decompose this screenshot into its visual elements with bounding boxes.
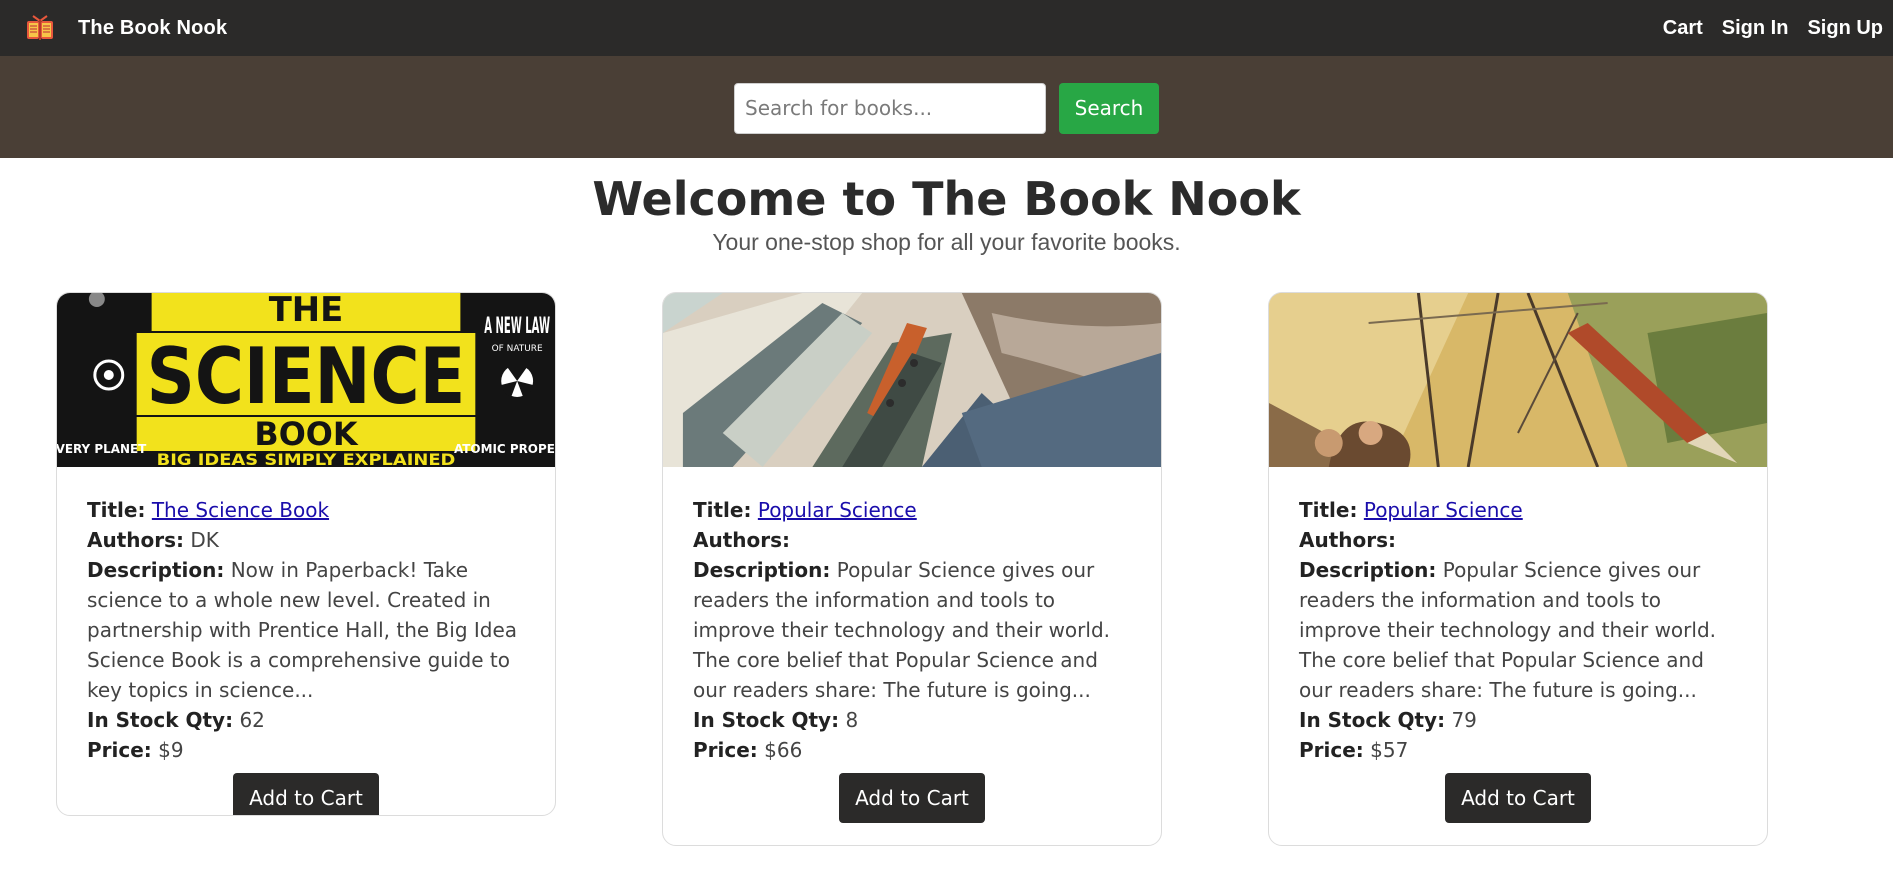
- book-logo-icon[interactable]: [24, 12, 56, 44]
- book-card: THE SCIENCE BOOK BIG IDEAS SIMPLY EXPLAI…: [56, 292, 556, 816]
- price-label: Price:: [1299, 738, 1364, 762]
- nav-cart-link[interactable]: Cart: [1663, 17, 1703, 40]
- nav-sign-in-link[interactable]: Sign In: [1722, 17, 1789, 40]
- button-row: Add to Cart: [1299, 773, 1737, 823]
- book-title-link[interactable]: The Science Book: [152, 498, 329, 522]
- search-input[interactable]: [734, 82, 1046, 134]
- book-cover-image[interactable]: [1269, 293, 1767, 467]
- button-row: Add to Cart: [693, 773, 1131, 823]
- book-title-link[interactable]: Popular Science: [1364, 498, 1523, 522]
- brand-name[interactable]: The Book Nook: [78, 17, 227, 40]
- authors-row: Authors: DK: [87, 525, 525, 555]
- description-row: Description: Popular Science gives our r…: [693, 555, 1131, 705]
- qty-row: In Stock Qty: 8: [693, 705, 1131, 735]
- title-label: Title:: [1299, 498, 1358, 522]
- cover-big-text: SCIENCE: [147, 332, 466, 422]
- description-row: Description: Popular Science gives our r…: [1299, 555, 1737, 705]
- qty-row: In Stock Qty: 62: [87, 705, 525, 735]
- book-qty: 8: [845, 708, 859, 732]
- authors-label: Authors:: [693, 528, 791, 552]
- add-to-cart-button[interactable]: Add to Cart: [233, 773, 379, 815]
- title-row: Title: Popular Science: [1299, 495, 1737, 525]
- authors-row: Authors:: [1299, 525, 1737, 555]
- book-card: Title: Popular Science Authors: Descript…: [662, 292, 1162, 846]
- price-label: Price:: [87, 738, 152, 762]
- qty-label: In Stock Qty:: [1299, 708, 1446, 732]
- title-row: Title: Popular Science: [693, 495, 1131, 525]
- title-label: Title:: [693, 498, 752, 522]
- cover-side-text: A NEW LAW: [484, 314, 550, 339]
- cover-tagline-text: BIG IDEAS SIMPLY EXPLAINED: [157, 450, 456, 467]
- card-body: Title: Popular Science Authors: Descript…: [1269, 467, 1767, 823]
- book-authors: DK: [190, 528, 219, 552]
- search-band: Search: [0, 56, 1893, 158]
- book-card: Title: Popular Science Authors: Descript…: [1268, 292, 1768, 846]
- qty-row: In Stock Qty: 79: [1299, 705, 1737, 735]
- book-qty: 79: [1451, 708, 1477, 732]
- price-row: Price: $66: [693, 735, 1131, 765]
- book-qty: 62: [239, 708, 265, 732]
- description-label: Description:: [87, 558, 225, 582]
- nav-sign-up-link[interactable]: Sign Up: [1807, 17, 1883, 40]
- book-price: $57: [1370, 738, 1409, 762]
- book-list: THE SCIENCE BOOK BIG IDEAS SIMPLY EXPLAI…: [0, 158, 1893, 846]
- description-label: Description:: [693, 558, 831, 582]
- book-title-link[interactable]: Popular Science: [758, 498, 917, 522]
- card-body: Title: Popular Science Authors: Descript…: [663, 467, 1161, 823]
- cover-side-small-text: OF NATURE: [492, 344, 543, 354]
- cover-book-text: BOOK: [254, 415, 358, 453]
- card-body: Title: The Science Book Authors: DK Desc…: [57, 467, 555, 815]
- authors-label: Authors:: [1299, 528, 1397, 552]
- navbar: The Book Nook Cart Sign In Sign Up: [0, 0, 1893, 56]
- description-label: Description:: [1299, 558, 1437, 582]
- book-cover-image[interactable]: [663, 293, 1161, 467]
- book-price: $9: [158, 738, 184, 762]
- cover-left-small-text: EVERY PLANET: [57, 442, 147, 456]
- search-button[interactable]: Search: [1059, 82, 1159, 134]
- qty-label: In Stock Qty:: [87, 708, 234, 732]
- button-row: Add to Cart: [87, 773, 525, 815]
- book-cover-image[interactable]: THE SCIENCE BOOK BIG IDEAS SIMPLY EXPLAI…: [57, 293, 555, 467]
- title-row: Title: The Science Book: [87, 495, 525, 525]
- price-row: Price: $9: [87, 735, 525, 765]
- title-label: Title:: [87, 498, 146, 522]
- cover-top-text: THE: [269, 293, 344, 330]
- price-label: Price:: [693, 738, 758, 762]
- add-to-cart-button[interactable]: Add to Cart: [839, 773, 985, 823]
- description-row: Description: Now in Paperback! Take scie…: [87, 555, 525, 705]
- authors-row: Authors:: [693, 525, 1131, 555]
- cover-right-small-text: ATOMIC PROPERTY: [454, 442, 555, 456]
- nav-links: Cart Sign In Sign Up: [1644, 0, 1883, 56]
- book-price: $66: [764, 738, 803, 762]
- authors-label: Authors:: [87, 528, 185, 552]
- add-to-cart-button[interactable]: Add to Cart: [1445, 773, 1591, 823]
- qty-label: In Stock Qty:: [693, 708, 840, 732]
- price-row: Price: $57: [1299, 735, 1737, 765]
